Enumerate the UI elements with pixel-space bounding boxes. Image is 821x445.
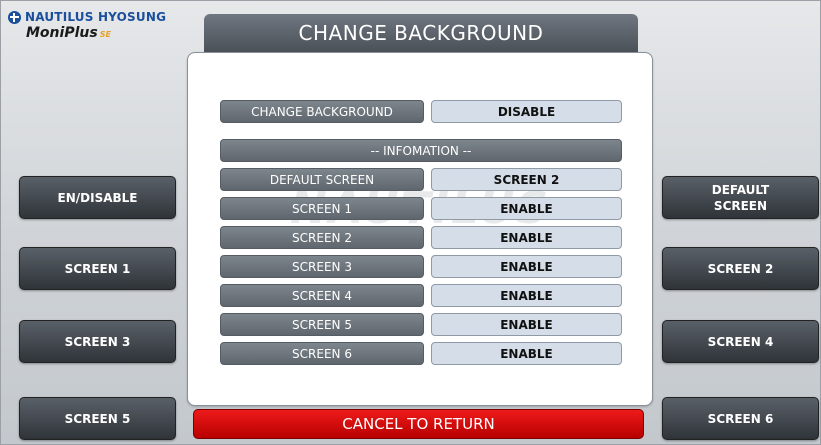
product-name: MoniPlus [26,25,98,41]
row-label-screen-1: SCREEN 1 [220,197,424,220]
setting-label: CHANGE BACKGROUND [220,100,424,123]
row-value-screen-2: ENABLE [431,226,622,249]
row-label-default-screen: DEFAULT SCREEN [220,168,424,191]
setting-value: DISABLE [431,100,622,123]
brand-logo: NAUTILUS HYOSUNG MoniPlus SE [8,10,183,50]
default-screen-button[interactable]: DEFAULT SCREEN [662,176,819,219]
row-label-screen-3: SCREEN 3 [220,255,424,278]
screen-4-button[interactable]: SCREEN 4 [662,320,819,363]
row-value-screen-3: ENABLE [431,255,622,278]
globe-icon [8,10,21,24]
product-logo: MoniPlus SE [26,25,183,41]
screen-2-button[interactable]: SCREEN 2 [662,247,819,290]
info-header: -- INFOMATION -- [220,139,622,162]
en-disable-button[interactable]: EN/DISABLE [19,176,176,219]
row-label-screen-5: SCREEN 5 [220,313,424,336]
product-suffix: SE [99,30,111,39]
row-label-screen-2: SCREEN 2 [220,226,424,249]
row-value-screen-1: ENABLE [431,197,622,220]
row-value-screen-6: ENABLE [431,342,622,365]
row-label-screen-4: SCREEN 4 [220,284,424,307]
page-title: CHANGE BACKGROUND [204,14,638,52]
row-value-screen-5: ENABLE [431,313,622,336]
screen-3-button[interactable]: SCREEN 3 [19,320,176,363]
row-value-default-screen: SCREEN 2 [431,168,622,191]
screen-1-button[interactable]: SCREEN 1 [19,247,176,290]
screen-6-button[interactable]: SCREEN 6 [662,397,819,440]
cancel-button[interactable]: CANCEL TO RETURN [193,409,644,439]
row-label-screen-6: SCREEN 6 [220,342,424,365]
screen-5-button[interactable]: SCREEN 5 [19,397,176,440]
row-value-screen-4: ENABLE [431,284,622,307]
company-name: NAUTILUS HYOSUNG [25,10,167,24]
